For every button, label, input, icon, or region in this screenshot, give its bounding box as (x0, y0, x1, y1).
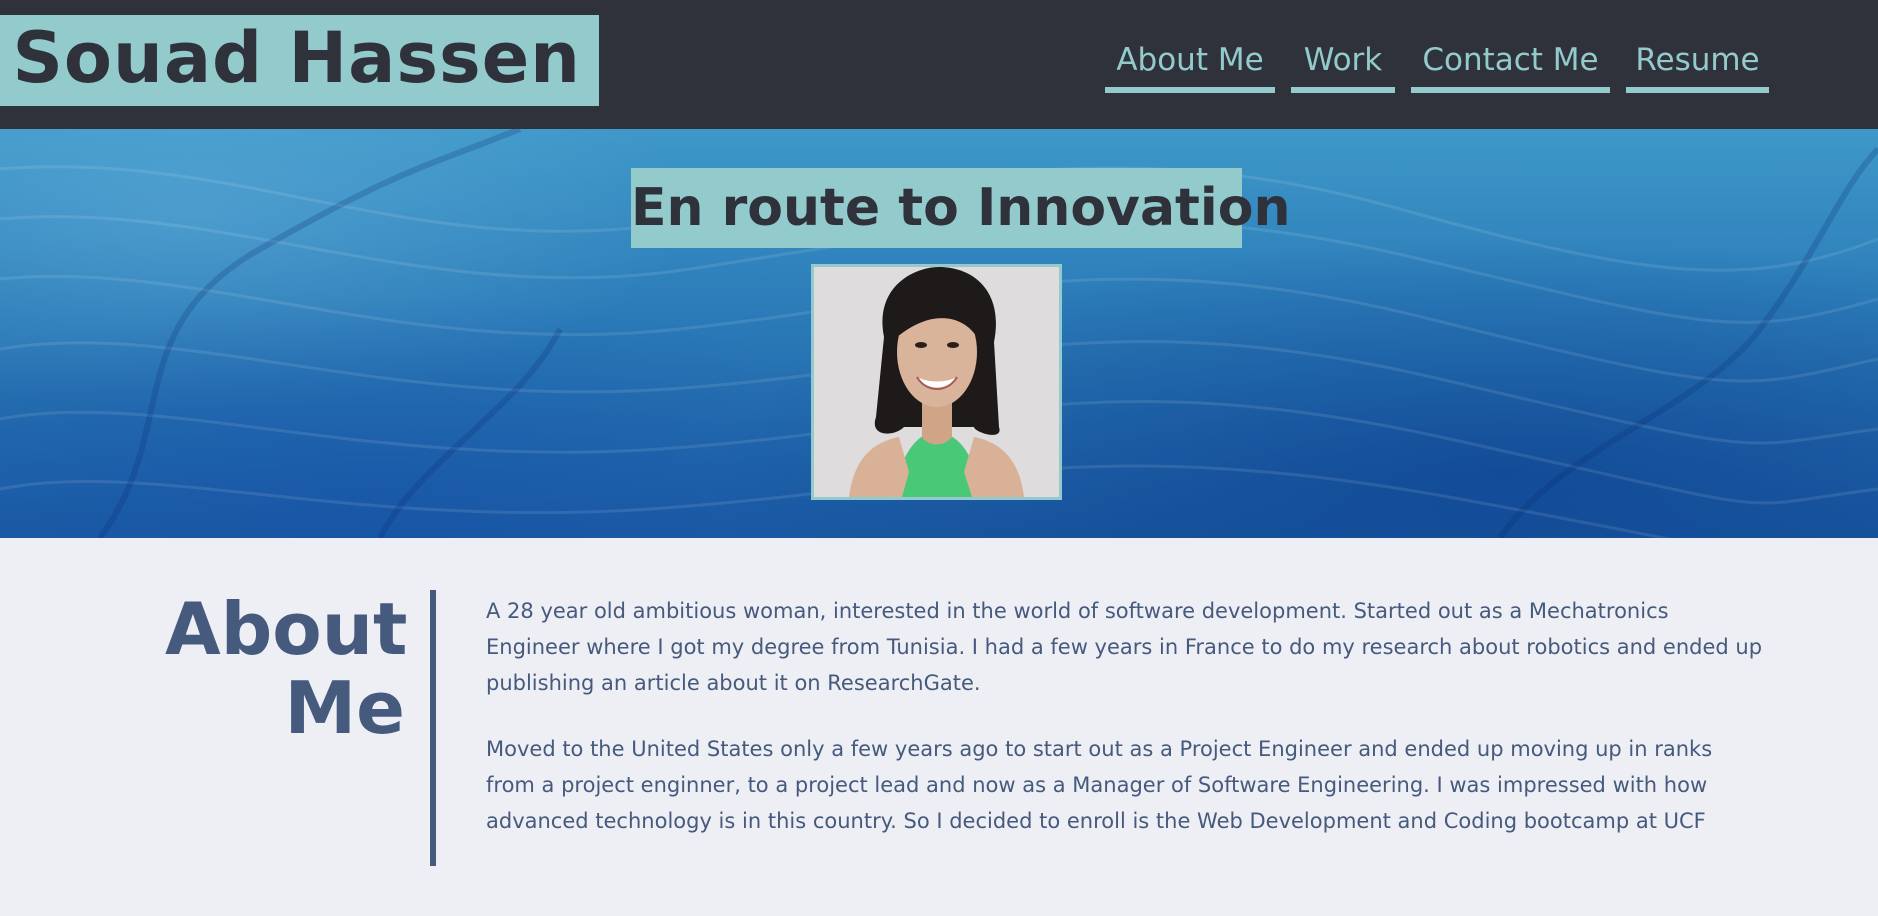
nav-contact-me[interactable]: Contact Me (1411, 36, 1610, 93)
hero-banner: En route to Innovation #308935471 (0, 129, 1878, 538)
profile-photo (811, 264, 1062, 500)
about-divider (430, 590, 436, 866)
about-paragraph-1: A 28 year old ambitious woman, intereste… (486, 599, 1763, 695)
brand-banner: Souad Hassen (0, 15, 599, 106)
hero-title: En route to Innovation (631, 168, 1290, 248)
about-heading-line2: Me (284, 666, 405, 751)
about-paragraph-2: Moved to the United States only a few ye… (486, 737, 1713, 833)
about-text: A 28 year old ambitious woman, intereste… (486, 593, 1766, 869)
nav-about-me[interactable]: About Me (1105, 36, 1275, 93)
about-section: About Me A 28 year old ambitious woman, … (0, 538, 1878, 916)
about-heading: About Me (165, 587, 408, 751)
brand-name[interactable]: Souad Hassen (12, 20, 581, 97)
about-heading-line1: About (165, 587, 408, 671)
nav-work[interactable]: Work (1291, 36, 1395, 93)
nav-resume[interactable]: Resume (1626, 36, 1769, 93)
site-header: Souad Hassen About Me Work Contact Me Re… (0, 0, 1878, 129)
